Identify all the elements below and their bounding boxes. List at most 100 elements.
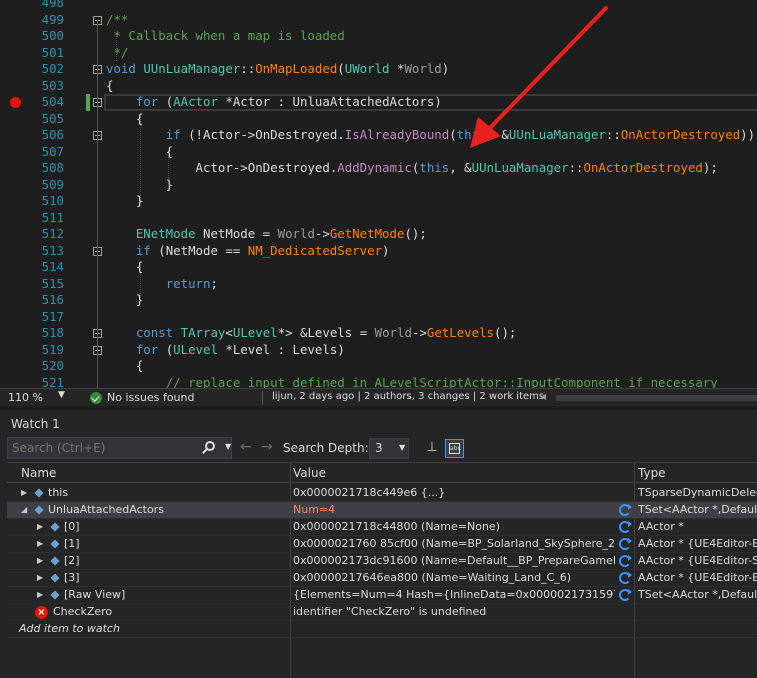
watch-row[interactable]: ▶ [2] 0x000002173dc91600 (Name=Default__BP…	[7, 553, 757, 570]
search-icon[interactable]	[205, 441, 215, 451]
code-line-518[interactable]: 518 const TArray<ULevel*> &Levels = Worl…	[0, 325, 757, 342]
search-depth-select[interactable]: 3 ▼	[369, 438, 409, 459]
line-number: 507	[41, 143, 64, 159]
code-line-514[interactable]: 514 {	[0, 259, 757, 276]
code-line-498[interactable]: 498	[0, 0, 757, 12]
line-number: 503	[41, 77, 64, 93]
code-line-519[interactable]: 519 for (ULevel *Level : Levels)	[0, 342, 757, 359]
variable-icon	[50, 539, 60, 549]
hex-display-icon[interactable]: abc	[445, 439, 464, 458]
code-line-507[interactable]: 507 {	[0, 144, 757, 161]
code-line-517[interactable]: 517	[0, 309, 757, 326]
search-back-icon[interactable]: ←	[240, 439, 252, 455]
expand-icon[interactable]: ▶	[37, 587, 43, 603]
collapse-icon[interactable]: ◢	[21, 502, 27, 518]
code-text: */	[106, 44, 129, 60]
blame-text[interactable]: lijun, 2 days ago	[272, 391, 354, 402]
code-text: }	[106, 176, 174, 192]
code-text: {	[106, 143, 174, 159]
refresh-icon[interactable]	[619, 555, 632, 567]
watch-type: TSet<AActor *,DefaultK	[638, 503, 757, 516]
expand-icon[interactable]: ▶	[37, 570, 43, 586]
watch-type: AActor * {UE4Editor-En	[638, 537, 757, 550]
watch-value[interactable]: 0x00000217646ea800 (Name=Waiting_Land_C_…	[293, 570, 615, 586]
code-line-512[interactable]: 512 ENetMode NetMode = World->GetNetMode…	[0, 226, 757, 243]
code-line-503[interactable]: 503 {	[0, 78, 757, 95]
watch-type: AActor *	[638, 520, 684, 533]
code-line-511[interactable]: 511	[0, 210, 757, 227]
refresh-icon[interactable]	[619, 572, 632, 584]
code-line-499[interactable]: 499 /**	[0, 12, 757, 29]
watch-row[interactable]: Add item to watch	[7, 621, 757, 638]
code-text: if (!Actor->OnDestroyed.IsAlreadyBound(t…	[165, 127, 756, 142]
code-text: const TArray<ULevel*> &Levels = World->G…	[135, 325, 517, 340]
refresh-icon[interactable]	[619, 589, 632, 601]
watch-row[interactable]: ◢ UnluaAttachedActors Num=4 TSet<AActor *,D…	[7, 502, 757, 519]
watch-row[interactable]: ▶ this 0x0000021718c449e6 {...} TSparseDyna…	[7, 485, 757, 502]
zoom-caret-icon[interactable]: ▼	[58, 390, 65, 400]
code-text: {	[106, 110, 144, 126]
watch-row[interactable]: × CheckZero identifier "CheckZero" is unde…	[7, 604, 757, 621]
search-options-caret-icon[interactable]: ▼	[225, 442, 231, 451]
breakpoint-icon[interactable]	[10, 97, 21, 108]
expand-icon[interactable]: ▶	[21, 485, 27, 501]
refresh-icon[interactable]	[619, 504, 632, 516]
watch-value[interactable]: 0x000002173dc91600 (Name=Default__BP_Pre…	[293, 553, 615, 569]
column-header-type[interactable]: Type	[638, 466, 666, 480]
code-line-515[interactable]: 515 return;	[0, 276, 757, 293]
variable-icon	[34, 488, 44, 498]
line-number: 498	[41, 0, 64, 10]
horizontal-scrollbar[interactable]	[556, 395, 757, 401]
code-line-502[interactable]: 502 void UUnLuaManager::OnMapLoaded(UWorl…	[0, 61, 757, 78]
watch-value[interactable]: 0x0000021718c449e6 {...}	[293, 485, 615, 501]
code-line-501[interactable]: 501 */	[0, 45, 757, 62]
watch-search-box[interactable]: ▼	[7, 437, 232, 459]
expand-icon[interactable]: ▶	[37, 536, 43, 552]
watch-value[interactable]: identifier "CheckZero" is undefined	[293, 604, 615, 620]
code-line-508[interactable]: 508 Actor->OnDestroyed.AddDynamic(this, …	[0, 160, 757, 177]
line-number: 515	[41, 275, 64, 291]
code-line-510[interactable]: 510 }	[0, 193, 757, 210]
refresh-icon[interactable]	[619, 521, 632, 533]
code-line-521[interactable]: 521 // replace input defined in ALevelSc…	[0, 375, 757, 389]
issues-status[interactable]: No issues found	[107, 391, 194, 404]
watch-row[interactable]: ▶ [1] 0x0000021760 85cf00 (Name=BP_Solarla…	[7, 536, 757, 553]
scroll-left-icon[interactable]: ◀	[540, 392, 546, 401]
expand-icon[interactable]: ▶	[37, 553, 43, 569]
refresh-icon[interactable]	[619, 538, 632, 550]
watch-row[interactable]: ▶ [Raw View] {Elements=Num=4 Hash={InlineD…	[7, 587, 757, 604]
pin-filter-icon[interactable]: ⊥	[424, 440, 440, 456]
watch-row[interactable]: ▶ [0] 0x0000021718c44800 (Name=None) AActor…	[7, 519, 757, 536]
code-line-506[interactable]: 506 if (!Actor->OnDestroyed.IsAlreadyBou…	[0, 127, 757, 144]
watch-row[interactable]: ▶ [3] 0x00000217646ea800 (Name=Waiting_Lan…	[7, 570, 757, 587]
code-text: {	[106, 259, 144, 274]
zoom-level[interactable]: 110 %	[8, 391, 43, 404]
code-line-509[interactable]: 509 }	[0, 177, 757, 194]
code-line-504[interactable]: 504 for (AActor *Actor : UnluaAttachedAc…	[0, 94, 757, 111]
code-line-513[interactable]: 513 if (NetMode == NM_DedicatedServer)	[0, 243, 757, 260]
expand-icon[interactable]: ▶	[37, 519, 43, 535]
work-items-text[interactable]: 2 work items	[479, 391, 544, 402]
search-depth-label: Search Depth:	[283, 441, 369, 455]
code-text: // replace input defined in ALevelScript…	[165, 374, 718, 389]
watch-search-input[interactable]	[12, 440, 197, 456]
column-header-value[interactable]: Value	[293, 466, 326, 480]
code-line-500[interactable]: 500 * Callback when a map is loaded	[0, 28, 757, 45]
watch-value[interactable]: {Elements=Num=4 Hash={InlineData=0x00000…	[293, 587, 615, 603]
search-forward-icon[interactable]: →	[261, 439, 273, 455]
line-number: 501	[41, 44, 64, 60]
code-text: /**	[106, 11, 129, 27]
authors-text[interactable]: 2 authors, 3 changes	[364, 391, 470, 402]
watch-value[interactable]: 0x0000021718c44800 (Name=None)	[293, 519, 615, 535]
code-editor[interactable]: 498 499 /** 500 * Callback when a map is lo…	[0, 0, 757, 388]
git-blame-info[interactable]: lijun, 2 days ago | 2 authors, 3 changes…	[272, 391, 544, 402]
column-header-name[interactable]: Name	[21, 466, 56, 480]
code-line-516[interactable]: 516 }	[0, 292, 757, 309]
watch-value[interactable]: Num=4	[293, 502, 615, 518]
code-line-520[interactable]: 520 {	[0, 358, 757, 375]
watch-name: [2]	[64, 554, 80, 567]
add-watch-input[interactable]: Add item to watch	[19, 621, 120, 637]
code-line-505[interactable]: 505 {	[0, 111, 757, 128]
watch-value[interactable]: 0x0000021760 85cf00 (Name=BP_Solarland_S…	[293, 536, 615, 552]
line-number: 499	[41, 11, 64, 27]
